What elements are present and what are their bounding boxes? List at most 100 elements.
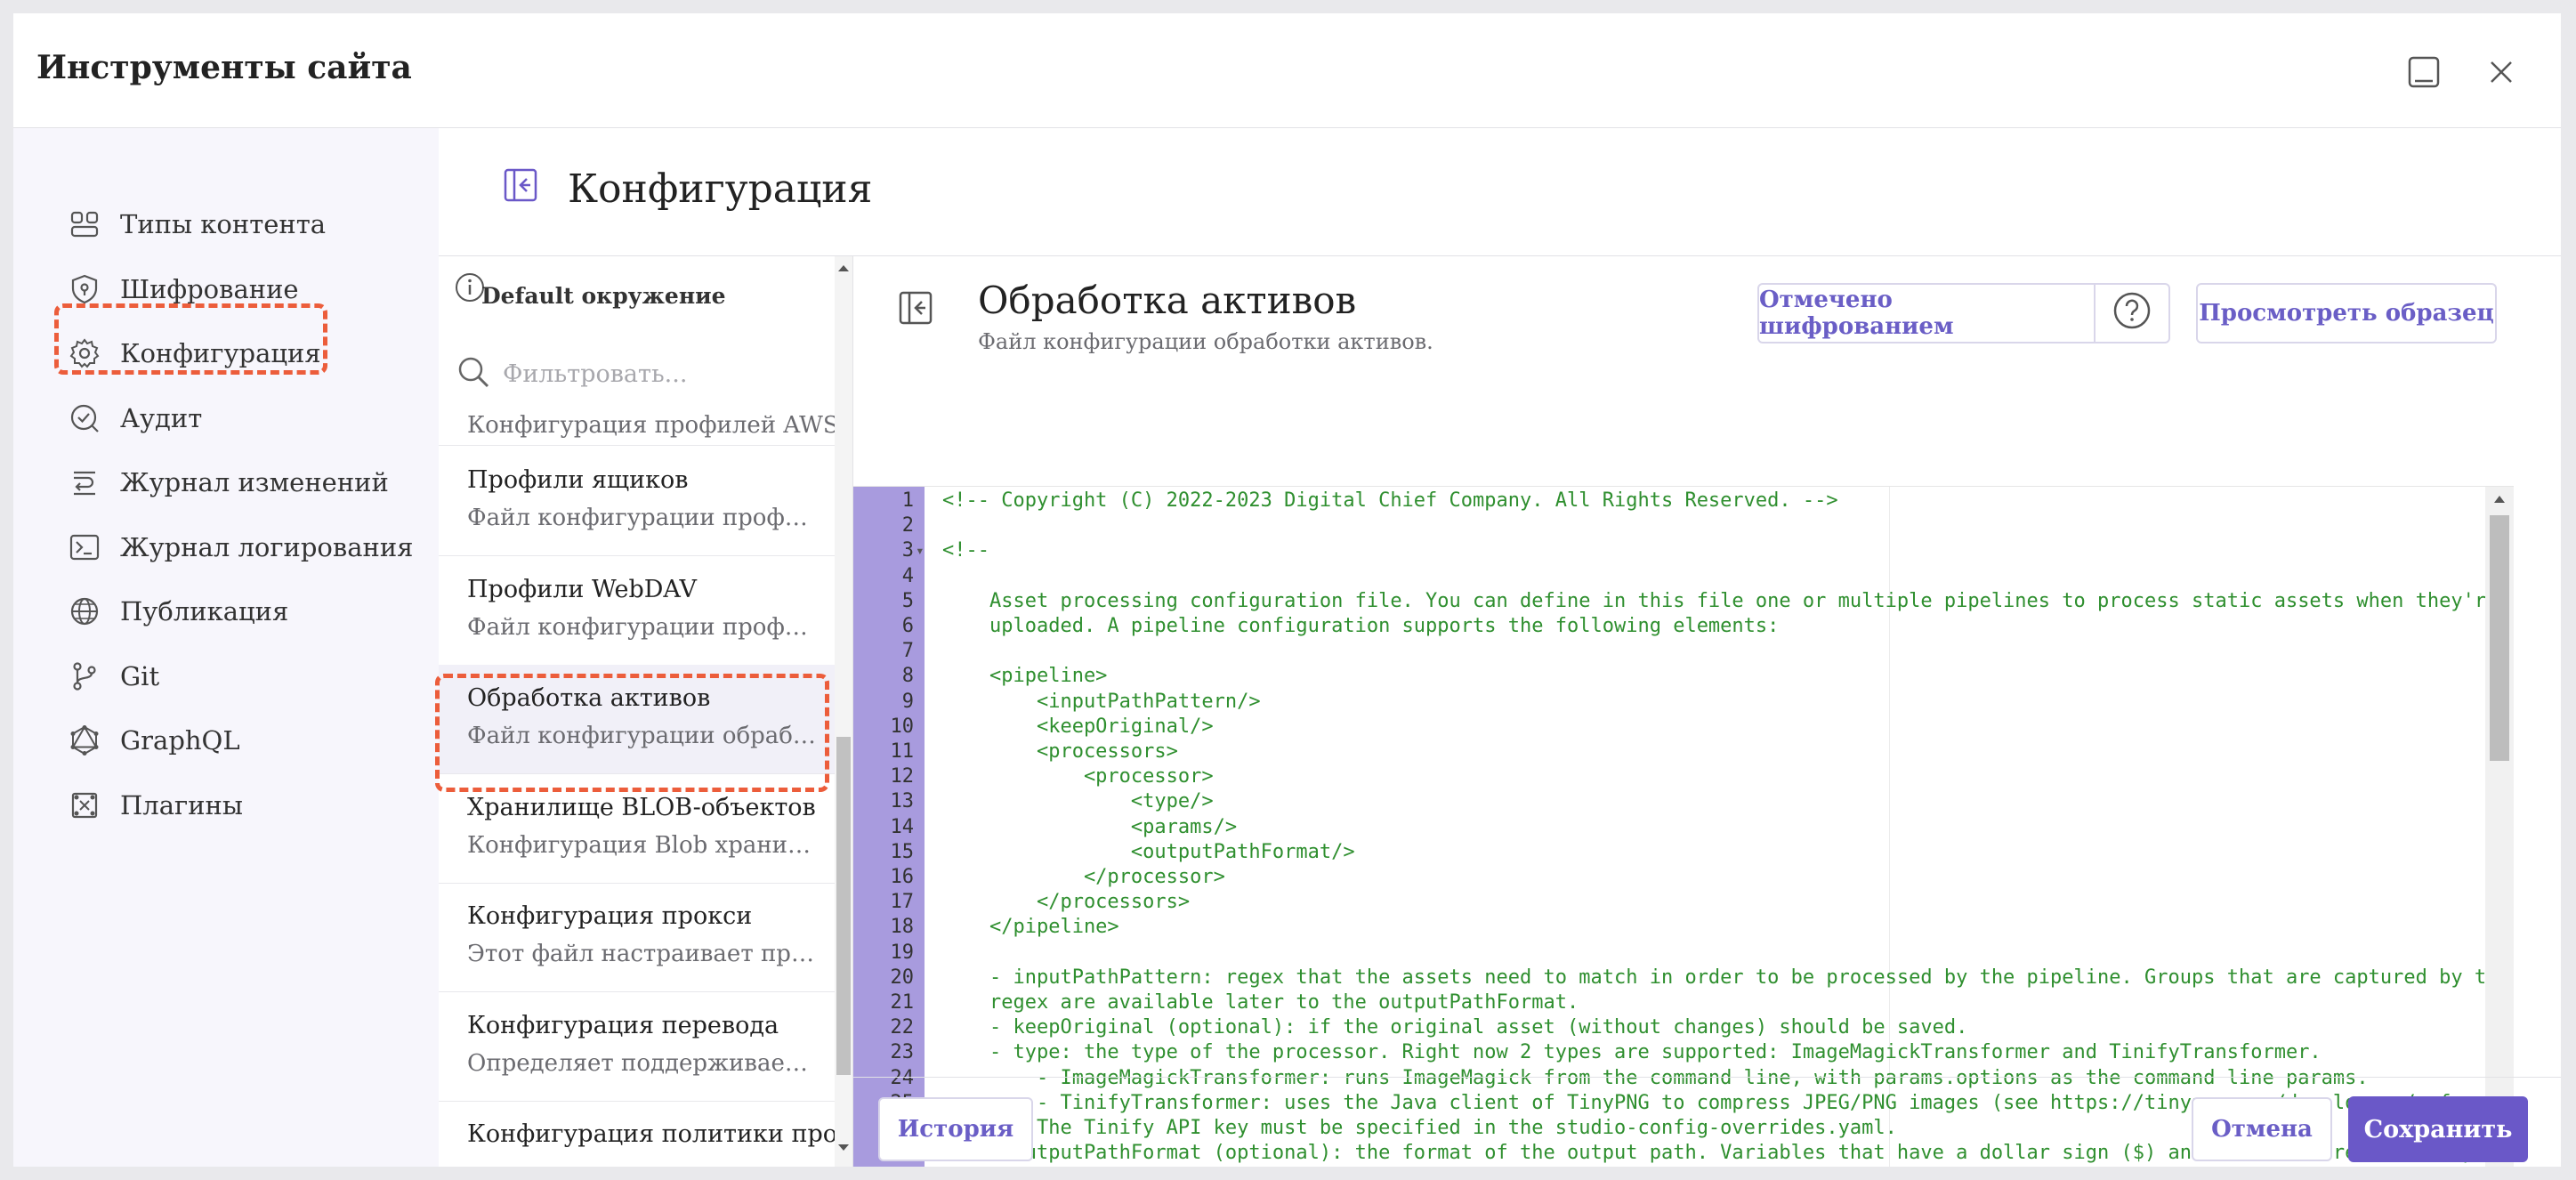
line-number: 11 (890, 740, 915, 763)
list-scrollbar[interactable] (835, 256, 852, 1167)
terminal-icon (67, 529, 102, 565)
editor-panel: Обработка активов Файл конфигурации обра… (853, 256, 2561, 1167)
code-text: <keepOriginal/> (942, 715, 1214, 738)
code-line: 9 <inputPathPattern/> (853, 690, 2514, 715)
list-item[interactable]: Обработка активов Файл конфигурации обраб… (439, 665, 844, 774)
list-item-title: Профили ящиков (467, 466, 689, 494)
line-number: 8 (901, 665, 914, 688)
line-number: 2 (901, 514, 914, 537)
sidebar-item-label: GraphQL (120, 725, 240, 756)
code-line: 19 (853, 941, 2514, 966)
filter-input[interactable] (501, 359, 830, 389)
info-icon[interactable] (455, 272, 485, 306)
line-number: 15 (890, 840, 915, 863)
sidebar-item[interactable]: Шифрование (67, 263, 299, 316)
help-icon (2112, 291, 2152, 336)
code-text: <outputPathFormat/> (942, 840, 1355, 863)
list-item-title: Обработка активов (467, 684, 711, 712)
list-scroll-thumb[interactable] (836, 737, 851, 1075)
cancel-button[interactable]: Отмена (2192, 1097, 2332, 1161)
list-item[interactable]: Профили WebDAV Файл конфигурации профилей… (439, 556, 844, 666)
list-item[interactable]: Хранилище BLOB-объектов Конфигурация Blob… (439, 774, 844, 884)
sidebar-item-label: Git (120, 660, 160, 691)
panel-subtitle: Файл конфигурации обработки активов. (978, 329, 1433, 354)
code-text: uploaded. A pipeline configuration suppo… (942, 615, 1780, 637)
sidebar-item-label: Типы контента (120, 209, 327, 239)
line-number: 14 (890, 815, 915, 838)
sidebar-item[interactable]: Плагины (67, 779, 243, 832)
list-item[interactable]: Конфигурация политики про... (439, 1101, 860, 1167)
page-title: Конфигурация (568, 166, 873, 212)
editor-vscroll-thumb[interactable] (2490, 515, 2509, 761)
save-button[interactable]: Сохранить (2348, 1096, 2528, 1162)
help-button[interactable] (2094, 283, 2170, 343)
collapse-list-icon[interactable] (894, 287, 937, 329)
code-line: 21 regex are available later to the outp… (853, 990, 2514, 1015)
code-line: 1 <!-- Copyright (C) 2022-2023 Digital Ch… (853, 489, 2514, 513)
list-item-description: Конфигурация Blob хранилища (467, 831, 823, 859)
code-text: <pipeline> (942, 665, 1108, 688)
code-text: - type: the type of the processor. Right… (942, 1041, 2322, 1064)
environment-row: Default окружение (439, 256, 852, 313)
list-item[interactable]: Профили ящиков Файл конфигурации профилей… (439, 447, 844, 556)
history-button[interactable]: История (878, 1097, 1033, 1161)
code-line: 4 (853, 564, 2514, 589)
close-icon[interactable] (2478, 49, 2524, 95)
editor-vertical-scrollbar[interactable] (2485, 487, 2514, 1167)
line-number: 17 (890, 891, 915, 914)
search-icon (456, 355, 490, 392)
list-item-partial[interactable]: Конфигурация профилей AWS. (467, 412, 845, 439)
code-text: </processor> (942, 866, 1225, 888)
code-text: regex are available later to the outputP… (942, 991, 1579, 1014)
list-item-description: Определяет поддерживаемые языки (467, 1049, 823, 1077)
filter-box (456, 350, 830, 398)
minimize-icon[interactable] (2401, 49, 2447, 95)
sidebar-item[interactable]: GraphQL (67, 714, 240, 767)
divider (439, 445, 844, 446)
code-text: - inputPathPattern: regex that the asset… (942, 966, 2510, 989)
main-area: Конфигурация Default окружение Конфигура… (439, 128, 2561, 1167)
list-item-description: Файл конфигурации обработки активов. (467, 723, 823, 749)
code-line: 15 <outputPathFormat/> (853, 840, 2514, 865)
globe-icon (67, 594, 102, 629)
encrypted-button[interactable]: Отмечено шифрованием (1757, 283, 2096, 343)
line-number: 19 (890, 941, 915, 964)
sidebar-item-label: Аудит (120, 402, 203, 433)
list-item-description: Файл конфигурации профилей WebDAV (467, 613, 823, 641)
code-line: 18 </pipeline> (853, 915, 2514, 940)
sidebar-item[interactable]: Git (67, 650, 159, 703)
sidebar-item[interactable]: Журнал логирования (67, 521, 413, 574)
line-number: 20 (890, 966, 915, 989)
sidebar-item[interactable]: Типы контента (67, 198, 326, 251)
line-number: 12 (890, 765, 915, 788)
sidebar-item-label: Плагины (120, 789, 243, 820)
code-text: <type/> (942, 790, 1214, 813)
code-line: 6 uploaded. A pipeline configuration sup… (853, 614, 2514, 639)
sidebar-item-label: Журнал изменений (120, 467, 389, 497)
sidebar-item[interactable]: Журнал изменений (67, 456, 389, 509)
list-item[interactable]: Конфигурация перевода Определяет поддержи… (439, 992, 844, 1102)
sidebar-item[interactable]: Аудит (67, 392, 202, 445)
code-line: 20 - inputPathPattern: regex that the as… (853, 966, 2514, 990)
code-line: 23 - type: the type of the processor. Ri… (853, 1040, 2514, 1065)
config-list: Default окружение Конфигурация профилей … (439, 256, 860, 1167)
line-number: 10 (890, 715, 915, 738)
sidebar-item[interactable]: Конфигурация (67, 327, 321, 380)
collapse-sidebar-icon[interactable] (499, 164, 542, 206)
view-sample-button[interactable]: Просмотреть образец (2196, 283, 2497, 343)
sidebar-item[interactable]: Публикация (67, 585, 288, 638)
graphql-icon (67, 723, 102, 758)
line-number: 1 (901, 489, 914, 512)
code-text: </processors> (942, 891, 1191, 914)
code-text: <processors> (942, 740, 1178, 763)
plugin-icon (67, 788, 102, 823)
panel-footer: История Отмена Сохранить (853, 1077, 2561, 1167)
code-text: <!-- (942, 539, 989, 562)
panel-title: Обработка активов (978, 279, 1357, 322)
code-editor[interactable]: 1 <!-- Copyright (C) 2022-2023 Digital Ch… (853, 486, 2514, 1167)
list-item-description: Этот файл настраивает прокси (467, 941, 823, 967)
list-item[interactable]: Конфигурация прокси Этот файл настраивает… (439, 883, 844, 992)
list-item-title: Профили WebDAV (467, 575, 698, 603)
line-number: 21 (890, 991, 915, 1014)
fold-toggle-icon[interactable]: ▾ (916, 538, 925, 563)
